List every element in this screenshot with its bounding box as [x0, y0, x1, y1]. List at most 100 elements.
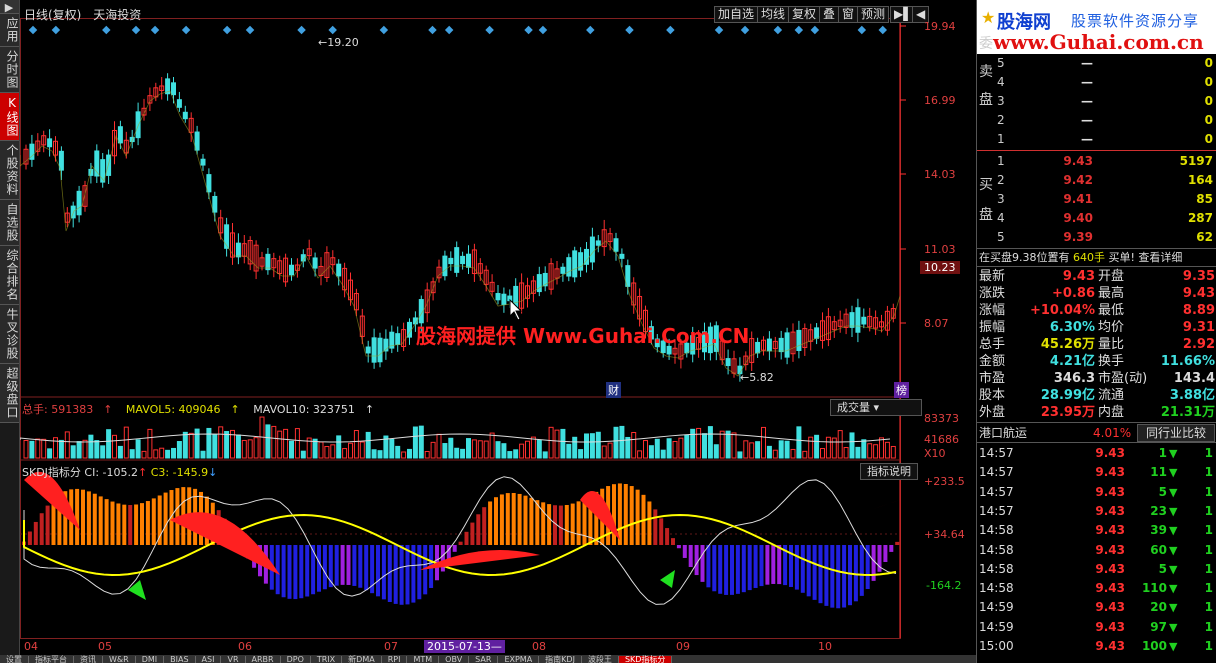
volume-bar: [749, 442, 755, 459]
skdj-bar: [859, 545, 864, 596]
tab-apps[interactable]: 应用: [0, 14, 19, 47]
sell-level-row[interactable]: 5—0: [995, 54, 1216, 73]
tab-diagnosis[interactable]: 牛叉诊股: [0, 305, 19, 364]
indicator-tab[interactable]: SKD指标分: [618, 656, 673, 663]
cursor-date-label: 2015-07-13—: [424, 640, 505, 653]
industry-row[interactable]: 港口航运 4.01% 同行业比较: [977, 424, 1216, 442]
skdj-bar: [895, 541, 900, 545]
overlay-button[interactable]: 叠: [819, 6, 840, 23]
tick-price: 9.43: [1095, 561, 1125, 576]
indicator-tab[interactable]: OBV: [439, 656, 470, 663]
window-button[interactable]: 窗: [838, 6, 859, 23]
chart-area[interactable]: 日线(复权) 天海投资 加自选 均线 复权 叠 窗 预测 ▶▌ ◀ 19.94 …: [20, 0, 976, 655]
indicator-tab[interactable]: DPO: [281, 656, 311, 663]
indicator-tab[interactable]: MTM: [407, 656, 440, 663]
skdj-bar: [794, 545, 799, 590]
volume-total: 总手: 591383 ↑: [22, 403, 113, 416]
adjust-button[interactable]: 复权: [788, 6, 821, 23]
quote-key: 金额: [979, 354, 1006, 369]
indicator-tab[interactable]: RPI: [382, 656, 408, 663]
volume-bar: [117, 445, 123, 459]
skdj-bar: [494, 497, 498, 545]
volume-bar: [566, 443, 572, 459]
indicator-tab[interactable]: W&R: [103, 656, 136, 663]
skdj-bar: [558, 505, 563, 545]
candle-body: [212, 195, 218, 213]
volume-bar: [890, 445, 896, 459]
ma-button[interactable]: 均线: [757, 6, 790, 23]
volume-bar: [849, 432, 855, 459]
skdj-bar: [889, 545, 894, 552]
signal-diamond: [794, 25, 804, 35]
indicator-dropdown[interactable]: 成交量 ▾: [830, 399, 922, 416]
tab-ranking[interactable]: 综合排名: [0, 246, 19, 305]
add-watchlist-button[interactable]: 加自选: [714, 6, 759, 23]
candle-body: [460, 255, 466, 265]
indicator-tab[interactable]: 资讯: [74, 656, 103, 663]
quote-value: 346.3: [1053, 371, 1095, 386]
rank-event-badge[interactable]: 榜: [894, 382, 909, 398]
buy-level-row[interactable]: 5 9.39 62: [995, 228, 1216, 247]
indicator-tab[interactable]: VR: [221, 656, 246, 663]
volume-bar: [572, 436, 578, 459]
volume-bar: [619, 425, 625, 459]
tick-time: 14:59: [979, 619, 1014, 634]
skdj-bar: [476, 514, 481, 545]
indicator-help-button[interactable]: 指标说明: [860, 463, 918, 480]
sell-level-row[interactable]: 4—0: [995, 73, 1216, 92]
industry-compare-button[interactable]: 同行业比较: [1137, 424, 1215, 442]
skdj-fill-green: [128, 580, 146, 600]
buy-level-row[interactable]: 1 9.43 5197: [995, 152, 1216, 171]
indicator-tab[interactable]: 指南KDJ: [539, 656, 582, 663]
sell-level-row[interactable]: 2—0: [995, 111, 1216, 130]
tab-intraday[interactable]: 分时图: [0, 47, 19, 93]
tab-kline[interactable]: K线图: [0, 93, 19, 141]
skdj-bar: [818, 545, 823, 604]
indicator-tab[interactable]: ASI: [196, 656, 222, 663]
volume-bar: [607, 442, 613, 459]
skdj-bar: [140, 503, 144, 545]
indicator-tab[interactable]: TRIX: [311, 656, 343, 663]
tick-row: 14:58 9.43 60 ▼ 1: [977, 541, 1216, 560]
indicator-tab[interactable]: DMI: [136, 656, 165, 663]
view-detail-link[interactable]: 查看详细: [1138, 251, 1182, 264]
tick-time: 14:57: [979, 446, 1014, 460]
skdj-bar: [830, 545, 835, 608]
forecast-button[interactable]: 预测: [857, 6, 890, 23]
volume-bar: [176, 441, 182, 459]
skdj-bar: [317, 545, 321, 592]
skdj-fill-green: [660, 570, 675, 588]
indicator-tab[interactable]: BIAS: [164, 656, 196, 663]
volume-bar: [713, 444, 719, 459]
indicator-tab[interactable]: SAR: [469, 656, 499, 663]
indicator-tab[interactable]: 指标平台: [29, 656, 74, 663]
volume-bar: [707, 426, 713, 459]
collapse-arrow-icon[interactable]: ▶: [0, 0, 19, 14]
signal-diamond: [666, 25, 675, 35]
indicator-tab[interactable]: ARBR: [246, 656, 281, 663]
tab-profile[interactable]: 个股资料: [0, 141, 19, 200]
tab-super-panel[interactable]: 超级盘口: [0, 364, 19, 423]
skdj-bar: [712, 545, 717, 592]
indicator-tab[interactable]: EXPMA: [498, 656, 540, 663]
indicator-tab[interactable]: 新DMA: [342, 656, 382, 663]
indicator-tab[interactable]: 波段王: [582, 656, 619, 663]
sell-level-row[interactable]: 3—0: [995, 92, 1216, 111]
finance-event-badge[interactable]: 财: [606, 382, 621, 398]
buy-level-row[interactable]: 3 9.41 85: [995, 190, 1216, 209]
sell-level-row[interactable]: 1—0: [995, 130, 1216, 149]
quote-row: 振幅 6.30% 均价 9.31: [977, 319, 1216, 336]
volume-bar: [454, 447, 460, 459]
buy-level-row[interactable]: 4 9.40 287: [995, 209, 1216, 228]
skdj-bar: [700, 545, 705, 582]
volume-bar: [637, 450, 643, 459]
indicator-tab[interactable]: 设置: [0, 656, 29, 663]
tab-watchlist[interactable]: 自选股: [0, 200, 19, 246]
buy-level-row[interactable]: 2 9.42 164: [995, 171, 1216, 190]
tick-volume: 1: [1158, 446, 1167, 460]
big-order-qty: 640手: [1073, 251, 1105, 264]
tick-price: 9.43: [1095, 639, 1125, 653]
volume-bar: [884, 441, 890, 459]
signal-diamond: [773, 25, 783, 35]
skdj-bar: [570, 503, 575, 545]
